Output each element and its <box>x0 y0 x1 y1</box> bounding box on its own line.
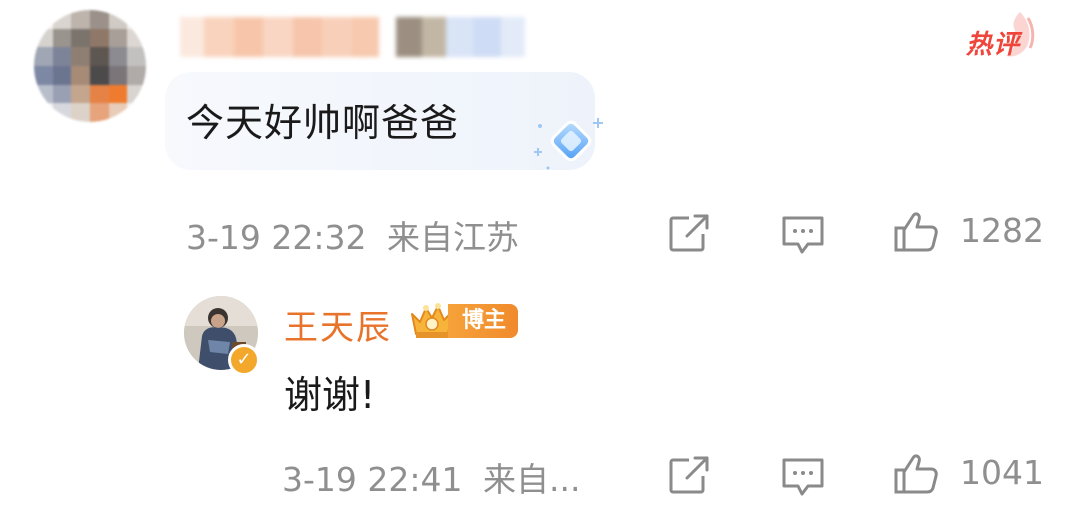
verified-badge-icon: ✓ <box>228 344 260 376</box>
reply-meta: 3-19 22:41 来自... <box>282 453 580 501</box>
reply-text: 谢谢! <box>284 373 376 417</box>
commenter-name-pixelated[interactable] <box>180 10 525 64</box>
reply-author-name[interactable]: 王天辰 <box>284 300 392 349</box>
thumbs-up-icon[interactable] <box>893 450 939 496</box>
comment-location: 来自江苏 <box>387 218 519 257</box>
reply-timestamp: 3-19 22:41 <box>282 460 463 499</box>
hot-badge-label: 热评 <box>966 30 1021 60</box>
comment-timestamp: 3-19 22:32 <box>186 218 367 257</box>
comment-text: 今天好帅啊爸爸 <box>186 101 460 145</box>
share-icon[interactable] <box>667 452 713 498</box>
comment-like-count: 1282 <box>960 211 1044 250</box>
share-icon[interactable] <box>667 210 713 256</box>
reply-location: 来自... <box>483 460 581 499</box>
comment-icon[interactable] <box>780 210 826 256</box>
thumbs-up-icon[interactable] <box>893 208 939 254</box>
commenter-avatar[interactable] <box>34 10 146 122</box>
blog-owner-badge: 博主 <box>448 304 519 338</box>
comment-meta: 3-19 22:32 来自江苏 <box>186 211 519 259</box>
comment-icon[interactable] <box>780 452 826 498</box>
hot-comment-badge: 热评 <box>958 10 1038 60</box>
reply-like-count: 1041 <box>960 453 1044 492</box>
diamond-sparkle-icon <box>534 118 603 170</box>
